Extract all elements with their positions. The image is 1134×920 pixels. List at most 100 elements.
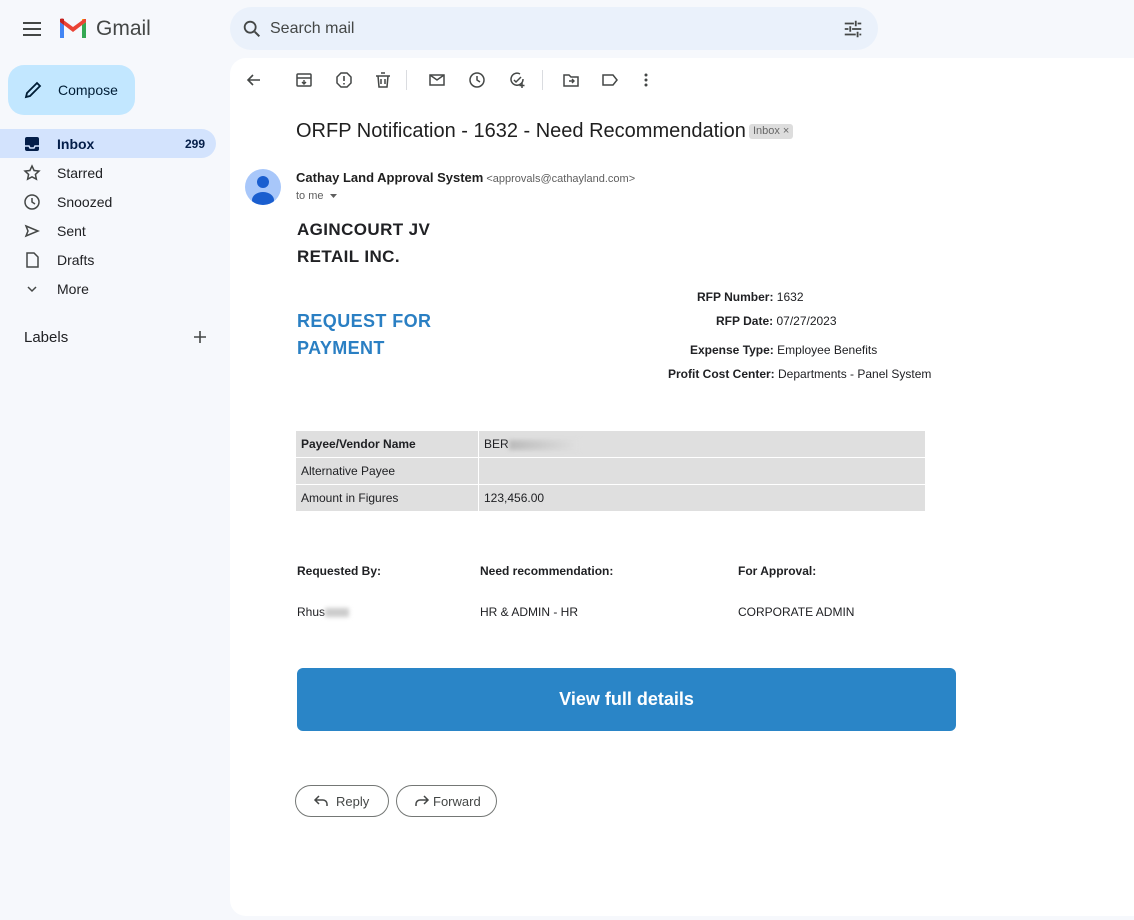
sidebar-item-label: Drafts — [57, 252, 95, 268]
avatar[interactable] — [245, 169, 281, 205]
rfp-number: RFP Number: 1632 — [697, 290, 804, 304]
sidebar-item-label: Starred — [57, 165, 103, 181]
approval-value: CORPORATE ADMIN — [738, 605, 855, 619]
sidebar-item-label: Inbox — [57, 136, 95, 152]
top-bar: Gmail — [0, 0, 1134, 58]
delete-icon[interactable] — [373, 70, 393, 90]
alt-payee-value — [479, 458, 925, 485]
compose-button[interactable]: Compose — [8, 65, 135, 115]
clock-icon — [24, 194, 40, 210]
back-arrow-icon[interactable] — [244, 70, 264, 90]
recipient-details[interactable]: to me — [296, 190, 338, 202]
menu-icon[interactable] — [20, 17, 44, 41]
reply-label: Reply — [336, 794, 370, 809]
payee-value: BER — [479, 431, 925, 458]
draft-icon — [26, 252, 39, 268]
reply-button[interactable]: Reply — [295, 785, 389, 817]
amount-value: 123,456.00 — [479, 485, 925, 512]
rfp-date-label: RFP Date: — [716, 314, 774, 328]
title-line-1: REQUEST FOR — [297, 311, 432, 331]
email-view: ORFP Notification - 1632 - Need Recommen… — [230, 58, 1134, 916]
company-name: AGINCOURT JV RETAIL INC. — [297, 216, 430, 270]
payee-value-text: BER — [484, 437, 509, 451]
redacted-text — [508, 439, 579, 450]
table-row: Payee/Vendor Name BER — [296, 431, 925, 458]
vendor-table: Payee/Vendor Name BER Alternative Payee … — [296, 431, 925, 512]
person-icon — [252, 176, 274, 205]
search-icon[interactable] — [241, 18, 263, 40]
toolbar-divider — [406, 70, 407, 90]
search-input[interactable] — [270, 15, 830, 43]
app-name: Gmail — [96, 17, 151, 40]
company-line-2: RETAIL INC. — [297, 247, 400, 266]
sidebar-item-drafts[interactable]: Drafts — [0, 245, 216, 274]
recommendation-value: HR & ADMIN - HR — [480, 605, 579, 619]
toolbar-divider — [542, 70, 543, 90]
recommendation-label: Need recommendation: — [480, 564, 614, 578]
search-options-icon[interactable] — [842, 18, 864, 40]
caret-down-icon — [329, 194, 337, 199]
company-line-1: AGINCOURT JV — [297, 220, 431, 239]
gmail-logo-icon — [60, 18, 86, 38]
sidebar-nav: Inbox 299 Starred Snoozed Sent Drafts Mo… — [0, 129, 216, 303]
search-bar[interactable] — [230, 7, 878, 50]
view-full-details-button[interactable]: View full details — [297, 668, 956, 731]
unread-count: 299 — [184, 137, 205, 151]
compose-label: Compose — [58, 82, 118, 98]
plus-icon[interactable] — [190, 327, 210, 347]
chevron-down-icon — [27, 286, 37, 293]
star-icon — [23, 164, 41, 181]
inbox-icon — [25, 137, 39, 151]
requested-by-text: Rhus — [297, 605, 326, 619]
sidebar-item-snoozed[interactable]: Snoozed — [0, 187, 216, 216]
sender-email: <approvals@cathayland.com> — [486, 173, 636, 185]
rfp-date-value: 07/27/2023 — [776, 314, 837, 328]
profit-cost-center: Profit Cost Center: Departments - Panel … — [668, 367, 931, 381]
sidebar-item-label: Snoozed — [57, 194, 113, 210]
pencil-icon — [24, 81, 42, 99]
sidebar-item-label: Sent — [57, 223, 86, 239]
profit-center-value: Departments - Panel System — [778, 367, 932, 381]
amount-label: Amount in Figures — [296, 485, 479, 512]
expense-type-value: Employee Benefits — [777, 343, 878, 357]
profit-center-label: Profit Cost Center: — [668, 367, 775, 381]
document-title: REQUEST FOR PAYMENT — [297, 308, 431, 362]
sidebar-item-more[interactable]: More — [0, 274, 216, 303]
chip-label: Inbox — [753, 125, 780, 137]
report-spam-icon[interactable] — [334, 70, 354, 90]
expense-type-label: Expense Type: — [690, 343, 774, 357]
mark-unread-icon[interactable] — [427, 70, 447, 90]
approval-label: For Approval: — [738, 564, 817, 578]
sidebar-item-starred[interactable]: Starred — [0, 158, 216, 187]
table-row: Amount in Figures 123,456.00 — [296, 485, 925, 512]
rfp-number-value: 1632 — [776, 290, 804, 304]
add-task-icon[interactable] — [507, 70, 527, 90]
sidebar-item-sent[interactable]: Sent — [0, 216, 216, 245]
alt-payee-label: Alternative Payee — [296, 458, 479, 485]
close-icon[interactable]: × — [783, 125, 789, 137]
reply-icon — [313, 795, 328, 806]
sidebar-item-inbox[interactable]: Inbox 299 — [0, 129, 216, 158]
labels-heading: Labels — [24, 329, 69, 346]
rfp-number-label: RFP Number: — [697, 290, 774, 304]
sender[interactable]: Cathay Land Approval System <approvals@ca… — [296, 170, 635, 185]
send-icon — [24, 224, 40, 238]
inbox-label-chip[interactable]: Inbox × — [749, 124, 794, 139]
archive-icon[interactable] — [294, 70, 314, 90]
forward-label: Forward — [433, 794, 481, 809]
label-icon[interactable] — [600, 70, 620, 90]
requested-by-label: Requested By: — [297, 564, 382, 578]
forward-icon — [415, 795, 430, 806]
requested-by-value: Rhus — [297, 605, 350, 619]
email-subject: ORFP Notification - 1632 - Need Recommen… — [296, 120, 746, 142]
forward-button[interactable]: Forward — [396, 785, 497, 817]
sidebar-item-label: More — [57, 281, 89, 297]
redacted-text — [325, 608, 350, 618]
rfp-date: RFP Date: 07/27/2023 — [716, 314, 837, 328]
payee-label: Payee/Vendor Name — [296, 431, 479, 458]
more-vert-icon[interactable] — [636, 70, 656, 90]
move-to-icon[interactable] — [561, 70, 581, 90]
expense-type: Expense Type: Employee Benefits — [690, 343, 877, 357]
snooze-icon[interactable] — [467, 70, 487, 90]
title-line-2: PAYMENT — [297, 338, 385, 358]
